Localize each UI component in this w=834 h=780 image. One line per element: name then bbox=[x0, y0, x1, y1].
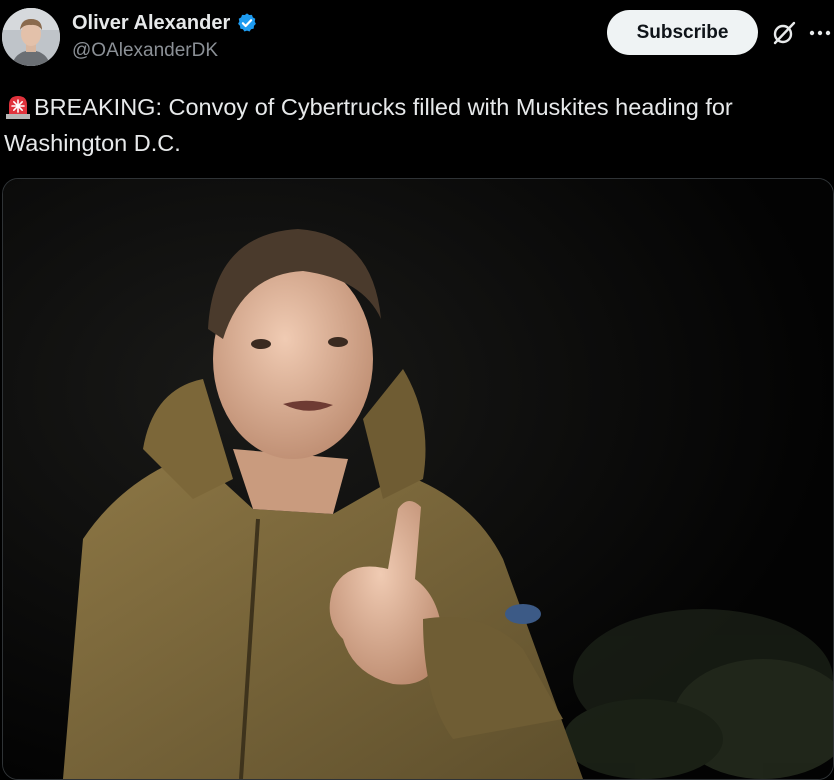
avatar-photo bbox=[2, 8, 60, 66]
avatar[interactable] bbox=[2, 8, 60, 66]
verified-badge-icon bbox=[238, 13, 257, 32]
author-display-name[interactable]: Oliver Alexander bbox=[72, 12, 230, 35]
grok-icon[interactable] bbox=[771, 20, 797, 46]
media-photo bbox=[3, 179, 833, 779]
author-name-row: Oliver Alexander bbox=[72, 10, 258, 36]
tweet-media[interactable] bbox=[2, 178, 834, 780]
siren-icon bbox=[6, 96, 30, 119]
more-icon[interactable] bbox=[808, 24, 834, 42]
tweet-body: BREAKING: Convoy of Cybertrucks filled w… bbox=[4, 94, 733, 156]
subscribe-button[interactable]: Subscribe bbox=[607, 10, 758, 55]
author-handle[interactable]: @OAlexanderDK bbox=[72, 40, 218, 62]
tweet-text: BREAKING: Convoy of Cybertrucks filled w… bbox=[4, 89, 824, 161]
